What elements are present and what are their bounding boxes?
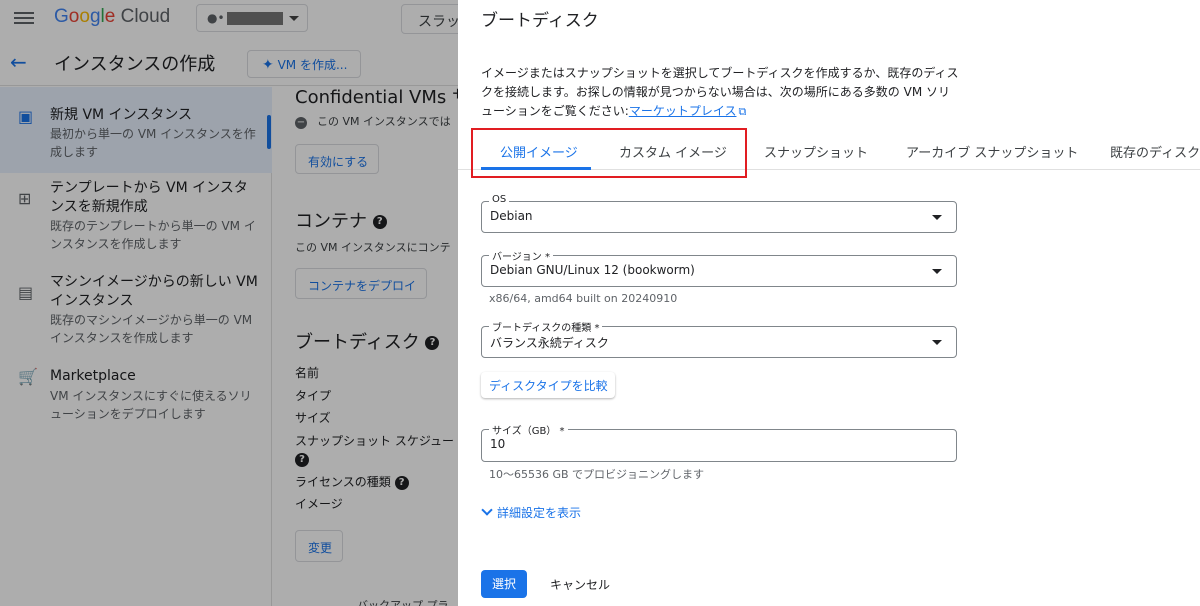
version-select[interactable]: バージョン * Debian GNU/Linux 12 (bookworm) [481, 248, 957, 287]
size-value: 10 [490, 437, 506, 451]
modal-scrim[interactable] [0, 0, 458, 606]
cancel-button[interactable]: キャンセル [550, 576, 610, 593]
disk-type-value: バランス永続ディスク [490, 336, 609, 350]
dropdown-arrow-icon [932, 340, 942, 345]
show-advanced-link[interactable]: 詳細設定を表示 [481, 504, 581, 521]
tab-snapshots[interactable]: スナップショット [764, 142, 868, 161]
version-hint: x86/64, amd64 built on 20240910 [489, 292, 678, 305]
dialog-description: イメージまたはスナップショットを選択してブートディスクを作成するか、既存のディス… [481, 64, 959, 121]
version-value: Debian GNU/Linux 12 (bookworm) [490, 263, 695, 277]
dialog-title: ブートディスク [481, 11, 599, 31]
os-select[interactable]: OS Debian [481, 194, 957, 233]
bootdisk-dialog: ブートディスク イメージまたはスナップショットを選択してブートディスクを作成する… [458, 0, 1200, 606]
os-value: Debian [490, 209, 533, 223]
select-button[interactable]: 選択 [481, 570, 527, 598]
os-label: OS [489, 194, 510, 205]
chevron-down-icon [481, 504, 493, 516]
marketplace-link[interactable]: マーケットプレイス [629, 104, 737, 118]
dropdown-arrow-icon [932, 269, 942, 274]
tab-archive-snapshots[interactable]: アーカイブ スナップショット [906, 142, 1078, 161]
compare-disk-types-button[interactable]: ディスクタイプを比較 [481, 372, 615, 398]
disk-type-label: ブートディスクの種類 * [489, 319, 603, 334]
external-link-icon: ⧉ [738, 105, 747, 118]
disk-type-select[interactable]: ブートディスクの種類 * バランス永続ディスク [481, 319, 957, 358]
size-input[interactable]: サイズ（GB） * 10 [481, 422, 957, 462]
dropdown-arrow-icon [932, 215, 942, 220]
show-advanced-label: 詳細設定を表示 [497, 506, 582, 520]
highlight-box [471, 128, 747, 178]
size-label: サイズ（GB） * [489, 422, 568, 437]
tab-existing-disks[interactable]: 既存のディスク [1110, 142, 1200, 161]
version-label: バージョン * [489, 248, 553, 263]
size-hint: 10〜65536 GB でプロビジョニングします [489, 468, 705, 481]
